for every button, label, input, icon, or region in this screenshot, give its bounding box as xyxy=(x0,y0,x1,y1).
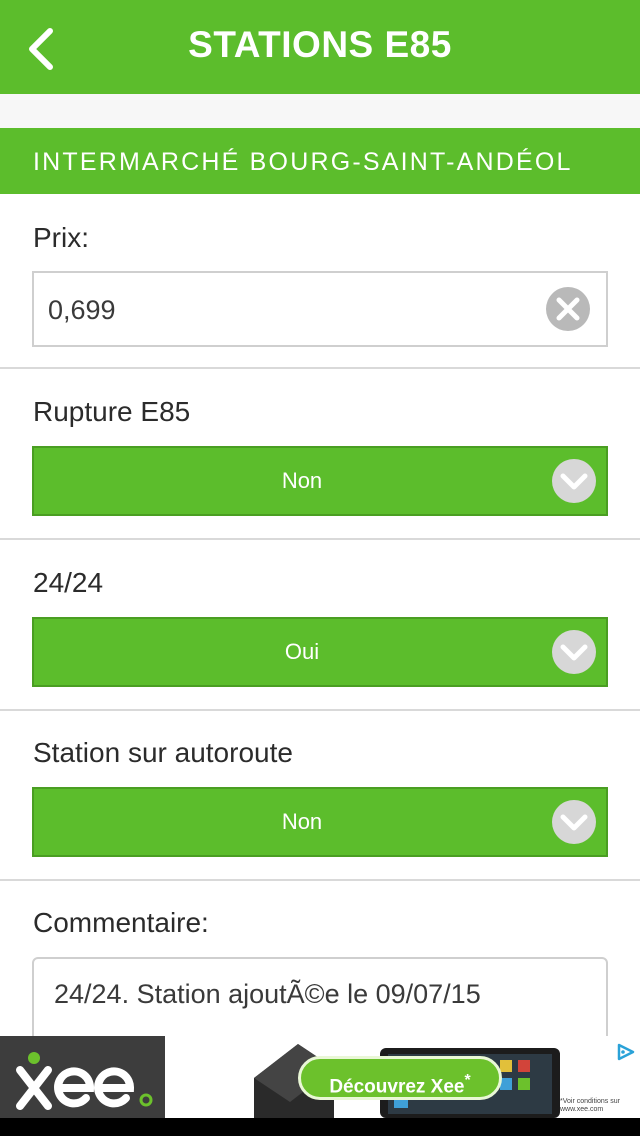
open24-select[interactable]: Oui xyxy=(32,617,608,687)
comment-label: Commentaire: xyxy=(33,907,209,938)
divider xyxy=(0,538,640,540)
clear-circle-icon xyxy=(546,287,590,331)
header-spacer xyxy=(0,94,640,128)
price-value: 0,699 xyxy=(48,295,116,325)
chevron-down-icon xyxy=(552,800,596,844)
open24-value: Oui xyxy=(284,639,320,664)
discover-xee-button[interactable]: Découvrez Xee* xyxy=(298,1056,502,1100)
price-label: Prix: xyxy=(33,222,89,253)
bottom-bar xyxy=(0,1118,640,1136)
divider xyxy=(0,367,640,369)
rupture-label: Rupture E85 xyxy=(33,396,191,427)
comment-value: 24/24. Station ajoutÃ©e le 09/07/15 xyxy=(54,979,481,1009)
chevron-down-icon xyxy=(552,459,596,503)
ad-banner[interactable]: Découvrez Xee* *Voir conditions sur www.… xyxy=(0,1036,640,1118)
price-input[interactable]: 0,699 xyxy=(32,271,608,347)
xee-logo-icon xyxy=(16,1052,153,1110)
rupture-select[interactable]: Non xyxy=(32,446,608,516)
discover-xee-mark: * xyxy=(464,1072,471,1089)
top-bar: STATIONS E85 xyxy=(0,0,640,94)
station-name: INTERMARCHÉ BOURG-SAINT-ANDÉOL xyxy=(33,148,573,176)
divider xyxy=(0,879,640,881)
ad-fine-print: *Voir conditions sur www.xee.com xyxy=(560,1098,620,1113)
divider xyxy=(0,709,640,711)
clear-price-button[interactable] xyxy=(546,287,590,331)
motorway-value: Non xyxy=(281,809,323,834)
ad-choices-icon xyxy=(612,1040,638,1064)
page-title: STATIONS E85 xyxy=(188,24,452,65)
open24-label: 24/24 xyxy=(33,567,104,598)
motorway-select[interactable]: Non xyxy=(32,787,608,857)
xee-logo[interactable] xyxy=(0,1036,165,1118)
motorway-label: Station sur autoroute xyxy=(33,737,293,768)
ad-choices-button[interactable] xyxy=(612,1040,638,1064)
discover-xee-label: Découvrez Xee xyxy=(329,1076,465,1098)
chevron-down-icon xyxy=(552,630,596,674)
rupture-value: Non xyxy=(281,468,323,493)
